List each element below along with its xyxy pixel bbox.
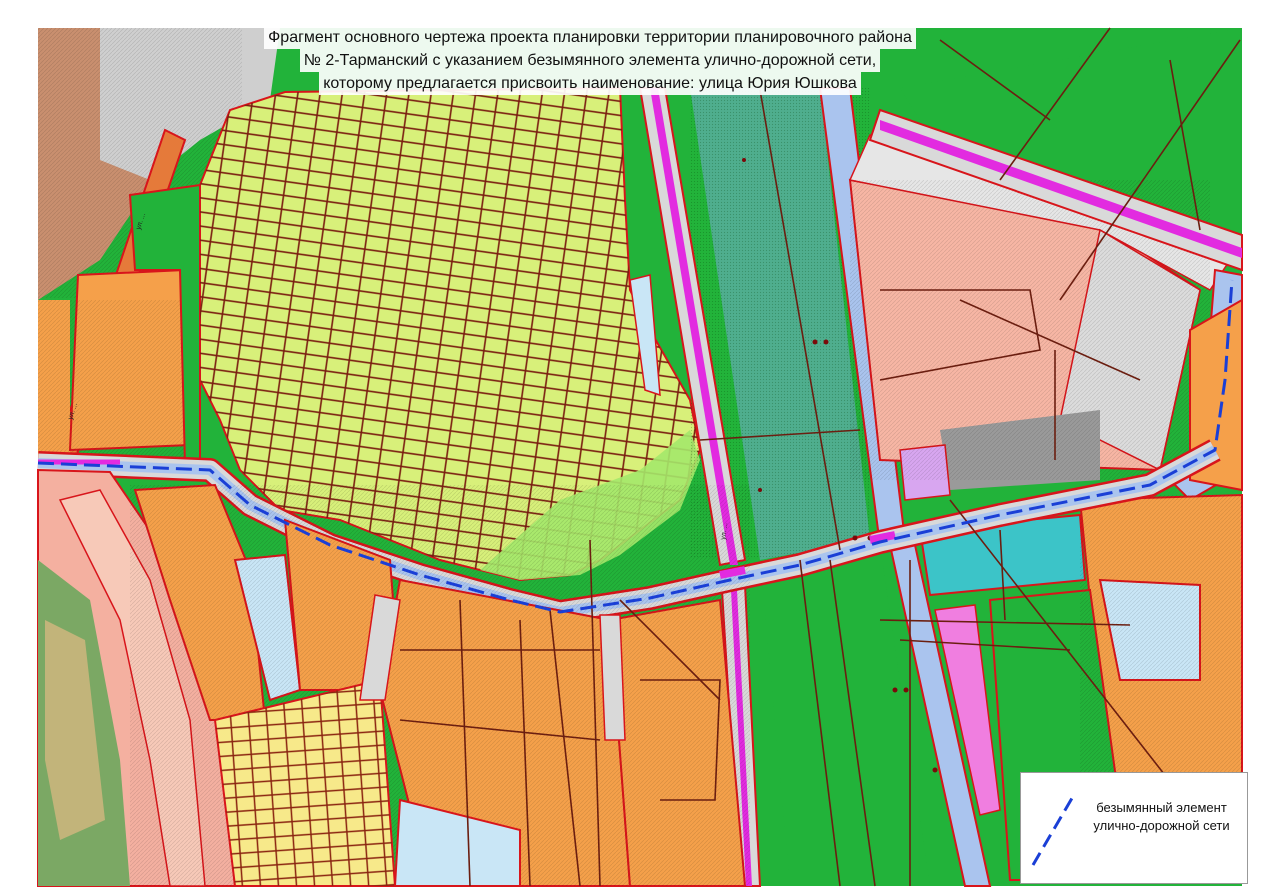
map-legend: безымянный элемент улично-дорожной сети bbox=[1020, 772, 1248, 884]
legend-label-line-2: улично-дорожной сети bbox=[1093, 818, 1230, 833]
planning-map: ул. ... ул. ... ул. ... bbox=[37, 27, 1243, 887]
map-title: Фрагмент основного чертежа проекта плани… bbox=[200, 26, 980, 95]
map-title-line-1: Фрагмент основного чертежа проекта плани… bbox=[264, 26, 916, 49]
legend-label: безымянный элемент улично-дорожной сети bbox=[1079, 799, 1244, 835]
map-title-line-2: № 2-Тарманский с указанием безымянного э… bbox=[299, 49, 881, 72]
legend-label-line-1: безымянный элемент bbox=[1096, 800, 1227, 815]
pedestrian-crossing-east bbox=[869, 531, 896, 544]
road-south-connector-2 bbox=[599, 614, 626, 741]
legend-dashed-line-symbol bbox=[1031, 792, 1077, 866]
pedestrian-crossing-center bbox=[719, 566, 746, 579]
map-title-line-3: которому предлагается присвоить наименов… bbox=[319, 72, 861, 95]
